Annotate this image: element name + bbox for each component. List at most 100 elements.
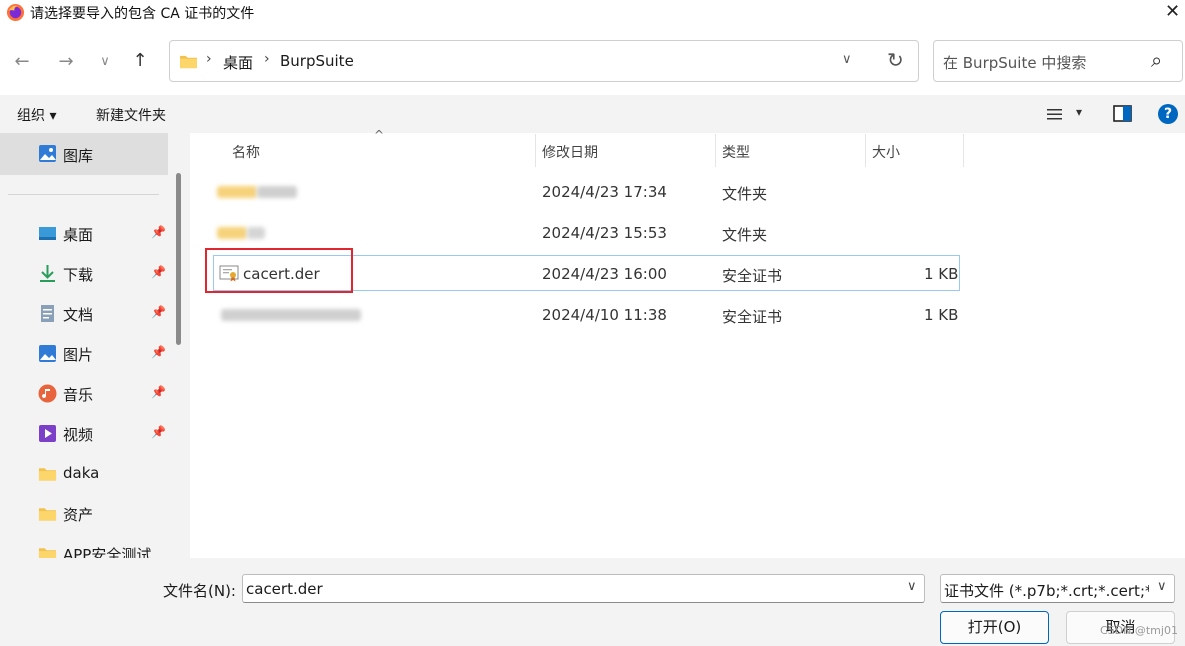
column-header-type[interactable]: 类型	[722, 142, 750, 162]
video-icon	[39, 425, 56, 442]
up-button[interactable]: ↑	[127, 48, 153, 74]
sidebar-item-app-security-test[interactable]: APP安全测试	[0, 534, 168, 558]
highlight-box	[205, 248, 353, 293]
desktop-icon	[39, 227, 56, 240]
title-bar: 请选择要导入的包含 CA 证书的文件 ✕	[0, 0, 1185, 26]
filename-label: 文件名(N):	[163, 582, 236, 600]
download-icon	[40, 265, 55, 282]
pin-icon: 📌	[151, 265, 166, 279]
refresh-button[interactable]: ↻	[887, 48, 904, 72]
search-icon[interactable]: ⌕	[1151, 48, 1162, 72]
file-modified: 2024/4/10 11:38	[542, 306, 667, 324]
pin-icon: 📌	[151, 225, 166, 239]
filename-input[interactable]: cacert.der ∨	[242, 574, 925, 603]
sidebar-scrollbar[interactable]	[176, 173, 181, 345]
watermark-text: CSDN @tmj01	[1100, 624, 1178, 637]
organize-button[interactable]: 组织 ▾	[17, 105, 56, 125]
blurred-folder-icon	[217, 186, 257, 198]
sidebar-item-videos[interactable]: 视频 📌	[0, 414, 168, 454]
music-icon	[38, 384, 57, 403]
sidebar-item-label: 图库	[63, 147, 94, 165]
folder-icon	[180, 55, 197, 69]
column-divider[interactable]	[535, 134, 536, 167]
pin-icon: 📌	[151, 425, 166, 439]
breadcrumb-desktop[interactable]: 桌面	[223, 52, 253, 73]
file-type: 安全证书	[722, 308, 783, 326]
sidebar-item-label: 音乐	[63, 386, 94, 404]
back-button[interactable]: ←	[9, 49, 35, 75]
file-row[interactable]: 2024/4/23 17:34 文件夹	[213, 173, 960, 211]
file-modified: 2024/4/23 15:53	[542, 224, 667, 242]
blurred-folder-icon	[217, 227, 247, 239]
folder-icon	[38, 548, 57, 558]
file-type: 文件夹	[722, 185, 768, 203]
chevron-down-icon[interactable]: ∨	[907, 579, 917, 594]
sidebar-item-daka[interactable]: daka	[0, 454, 168, 494]
file-type-filter-value: 证书文件 (*.p7b;*.crt;*.cert;*.c	[944, 582, 1149, 600]
address-bar[interactable]: › 桌面 › BurpSuite ∨ ↻	[169, 40, 919, 82]
recent-locations-button[interactable]: ∨	[92, 49, 118, 75]
column-divider[interactable]	[715, 134, 716, 167]
footer-panel: 文件名(N): cacert.der ∨ 证书文件 (*.p7b;*.crt;*…	[0, 558, 1185, 646]
sidebar-item-label: daka	[63, 464, 100, 482]
file-type-filter-select[interactable]: 证书文件 (*.p7b;*.crt;*.cert;*.c ∨	[940, 574, 1175, 603]
breadcrumb-burpsuite[interactable]: BurpSuite	[280, 52, 354, 70]
search-input[interactable]: 在 BurpSuite 中搜索	[943, 52, 1086, 73]
command-bar: 组织 ▾ 新建文件夹 ▾ ?	[0, 95, 1185, 133]
pictures-icon	[39, 345, 56, 362]
firefox-icon	[6, 3, 25, 22]
folder-icon	[38, 468, 57, 481]
chevron-down-icon[interactable]: ∨	[1157, 579, 1167, 594]
column-header-modified[interactable]: 修改日期	[542, 142, 598, 162]
sidebar-item-desktop[interactable]: 桌面 📌	[0, 214, 168, 254]
view-menu-icon[interactable]	[1047, 108, 1062, 121]
folder-icon	[38, 508, 57, 521]
sort-ascending-icon: ^	[374, 128, 385, 142]
sidebar-item-label: 图片	[63, 346, 94, 364]
column-header-name[interactable]: 名称	[232, 142, 260, 162]
close-button[interactable]: ✕	[1160, 0, 1185, 24]
divider	[8, 194, 159, 195]
sidebar-item-music[interactable]: 音乐 📌	[0, 374, 168, 414]
sidebar-item-assets[interactable]: 资产	[0, 494, 168, 534]
open-button[interactable]: 打开(O)	[940, 611, 1049, 644]
column-divider[interactable]	[963, 134, 964, 167]
preview-pane-icon[interactable]	[1113, 105, 1132, 122]
file-size: 1 KB	[924, 265, 959, 283]
sidebar-item-downloads[interactable]: 下载 📌	[0, 254, 168, 294]
sidebar-item-pictures[interactable]: 图片 📌	[0, 334, 168, 374]
window-title: 请选择要导入的包含 CA 证书的文件	[30, 6, 255, 22]
sidebar-item-label: 文档	[63, 306, 94, 324]
sidebar-item-documents[interactable]: 文档 📌	[0, 294, 168, 334]
sidebar-item-label: 资产	[63, 506, 94, 524]
forward-button[interactable]: →	[53, 49, 79, 75]
file-type: 安全证书	[722, 267, 783, 285]
sidebar-item-label: 视频	[63, 426, 94, 444]
address-dropdown-button[interactable]: ∨	[842, 52, 852, 67]
pin-icon: 📌	[151, 305, 166, 319]
pin-icon: 📌	[151, 345, 166, 359]
navigation-pane: 图库 桌面 📌 下载 📌 文档 📌 图片 📌 音乐 📌 视频 📌 daka 资产	[0, 133, 190, 558]
column-header-size[interactable]: 大小	[872, 142, 900, 162]
breadcrumb-separator: ›	[206, 51, 212, 67]
breadcrumb-separator: ›	[264, 51, 270, 67]
file-type: 文件夹	[722, 226, 768, 244]
sidebar-item-gallery[interactable]: 图库	[0, 133, 168, 175]
file-size: 1 KB	[924, 306, 959, 324]
file-modified: 2024/4/23 16:00	[542, 265, 667, 283]
sidebar-item-label: APP安全测试	[63, 546, 152, 558]
sidebar-item-label: 桌面	[63, 226, 94, 244]
view-options-caret[interactable]: ▾	[1076, 105, 1082, 119]
blurred-file-name	[257, 186, 297, 198]
help-button[interactable]: ?	[1158, 104, 1178, 124]
search-box[interactable]: 在 BurpSuite 中搜索 ⌕	[933, 40, 1183, 82]
document-icon	[41, 305, 54, 322]
new-folder-button[interactable]: 新建文件夹	[96, 105, 166, 125]
sidebar-item-label: 下载	[63, 266, 94, 284]
file-row[interactable]: 2024/4/23 15:53 文件夹	[213, 214, 960, 252]
column-divider[interactable]	[865, 134, 866, 167]
file-row[interactable]: 2024/4/10 11:38 安全证书 1 KB	[213, 296, 960, 334]
gallery-icon	[39, 145, 56, 162]
file-modified: 2024/4/23 17:34	[542, 183, 667, 201]
filename-input-value: cacert.der	[246, 580, 323, 598]
